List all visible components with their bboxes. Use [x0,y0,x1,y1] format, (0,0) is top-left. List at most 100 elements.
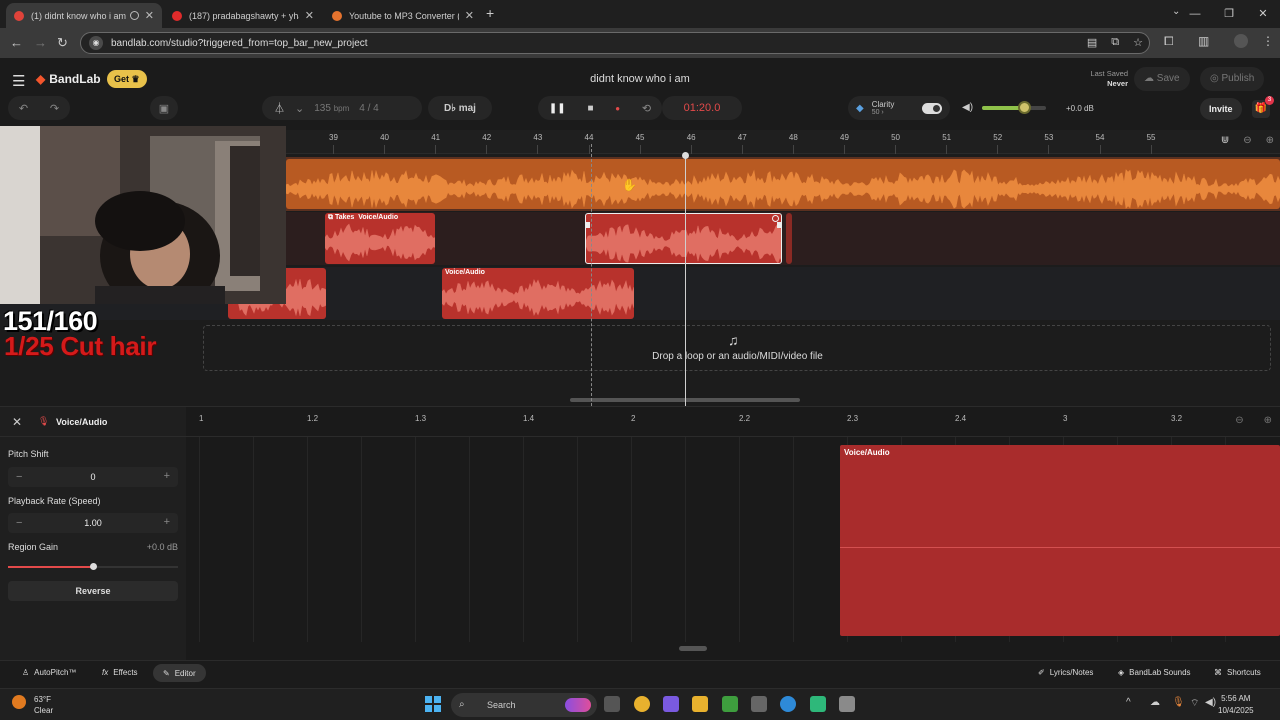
lyrics-notes-button[interactable]: ✐ Lyrics/Notes [1038,668,1093,677]
forward-icon[interactable]: → [34,35,47,50]
back-icon[interactable]: ← [10,35,23,50]
editor-button[interactable]: ✎ Editor [153,664,206,682]
audio-region-takes[interactable]: ⧉ Takes Voice/Audio [325,213,435,264]
redo-icon[interactable]: ↷ [50,102,59,115]
editor-scrollbar[interactable] [679,646,707,651]
clarity-group[interactable]: ◆ Clarity 50 › [848,96,950,120]
editor-ruler[interactable]: 1 1.2 1.3 1.4 2 2.2 2.3 2.4 3 3.2 ⊖ ⊕ [186,407,1280,437]
loop-icon[interactable]: ⟲ [642,102,651,115]
tray-chevron-icon[interactable]: ^ [1126,697,1131,708]
playback-rate-stepper[interactable]: − 1.00 + [8,513,178,533]
store-icon[interactable] [751,696,767,712]
minimize-icon[interactable]: — [1178,0,1212,28]
onedrive-icon[interactable]: ☁ [1150,697,1160,708]
master-volume-slider[interactable] [982,101,1046,114]
edge-icon[interactable] [780,696,796,712]
copilot-icon[interactable] [663,696,679,712]
save-button[interactable]: ☁ Save [1134,67,1190,91]
undo-icon[interactable]: ↶ [19,102,28,115]
timeline-ruler[interactable]: 39 40 41 42 43 44 45 46 47 48 49 50 51 52 53 54 55 ⋓ ⊖ ⊕ [286,130,1280,154]
microphone-tray-icon[interactable]: 🎙 [1172,697,1185,708]
effects-button[interactable]: fx Effects [102,668,138,677]
region-trim-handle-right[interactable] [777,222,781,228]
install-app-icon[interactable]: ⧉ [1111,36,1119,49]
plus-icon[interactable]: + [164,516,170,528]
browser-tab-bandlab[interactable]: (1) didnt know who i am - S ✕ [6,3,162,28]
menu-icon[interactable]: ☰ [12,72,25,90]
volume-tray-icon[interactable]: ◀) [1205,697,1216,708]
zoom-in-icon[interactable]: ⊕ [1266,135,1274,146]
speaker-icon[interactable]: ◀) [962,102,973,113]
zoom-out-icon[interactable]: ⊖ [1243,135,1251,146]
zoom-out-icon[interactable]: ⊖ [1235,415,1243,426]
gift-button[interactable]: 🎁 3 [1252,96,1274,118]
reader-mode-icon[interactable]: ▤ [1087,36,1097,49]
publish-button[interactable]: ◎ Publish [1200,67,1265,91]
chevron-down-icon[interactable]: ⌄ [295,102,304,115]
weather-widget[interactable]: 63°F Clear [34,694,53,716]
key-button[interactable]: D♭ maj [428,96,492,120]
project-title[interactable]: didnt know who i am [540,73,740,85]
whatsapp-icon[interactable] [810,696,826,712]
plus-icon[interactable]: + [164,470,170,482]
get-membership-button[interactable]: Get ♛ [107,70,147,88]
task-view-icon[interactable] [604,696,620,712]
site-info-icon[interactable]: ◉ [89,36,103,50]
extensions-icon[interactable]: ⧠ [1164,34,1174,49]
browser-tab-converter[interactable]: Youtube to MP3 Converter (Ad ✕ [324,3,482,28]
time-signature[interactable]: 4 / 4 [359,103,378,114]
metronome-icon[interactable]: ⏃ [274,100,285,116]
audio-region-selected[interactable] [585,213,782,264]
editor-audio-region[interactable]: Voice/Audio [840,445,1280,636]
tempo-value[interactable]: 135 bpm [314,103,349,114]
browser-menu-icon[interactable]: ⋮ [1262,34,1274,48]
playhead[interactable] [685,154,686,406]
audio-region-fragment[interactable] [786,213,792,264]
close-window-icon[interactable]: ✕ [1246,0,1280,28]
profile-avatar[interactable] [1234,34,1248,48]
pause-icon[interactable]: ❚❚ [549,103,566,114]
stop-icon[interactable]: ■ [587,103,593,114]
bandlab-logo[interactable]: ◆ BandLab [36,72,101,86]
start-button[interactable] [425,696,441,712]
close-tab-icon[interactable]: ✕ [305,9,314,22]
clarity-toggle[interactable] [922,102,942,114]
address-bar[interactable]: ◉ bandlab.com/studio?triggered_from=top_… [80,32,1150,54]
close-tab-icon[interactable]: ✕ [145,9,154,22]
weather-icon[interactable] [12,695,26,709]
editor-side-panel: ✕ 🎙 Voice/Audio Pitch Shift − 0 + Playba… [0,407,186,661]
region-gain-slider[interactable] [8,563,178,570]
magnet-snap-icon[interactable]: ⋓ [1221,135,1229,146]
audio-region-voice-b[interactable]: Voice/Audio [442,268,634,319]
maximize-icon[interactable]: ❐ [1212,0,1246,28]
autopitch-button[interactable]: ♙ AutoPitch™ [22,668,76,677]
mixer-button[interactable]: ▣ [150,96,178,120]
region-trim-handle-left[interactable] [586,222,590,228]
zoom-in-icon[interactable]: ⊕ [1264,415,1272,426]
reverse-button[interactable]: Reverse [8,581,178,601]
wifi-icon[interactable]: ⌔ [1190,697,1199,710]
record-icon[interactable]: ● [615,104,620,113]
chrome-icon[interactable] [634,696,650,712]
bookmark-star-icon[interactable]: ☆ [1133,36,1143,49]
loop-handle-icon[interactable] [772,215,779,222]
reload-icon[interactable]: ↻ [57,35,68,51]
close-editor-icon[interactable]: ✕ [12,415,22,429]
volume-knob[interactable] [1017,101,1031,114]
system-clock[interactable]: 5:56 AM 10/4/2025 [1218,693,1254,717]
gain-knob[interactable] [90,563,97,570]
close-tab-icon[interactable]: ✕ [465,9,474,22]
file-explorer-icon[interactable] [692,696,708,712]
browser-tab-youtube[interactable]: (187) pradabagshawty + yhapo ✕ [164,3,322,28]
bandlab-sounds-button[interactable]: ◈ BandLab Sounds [1118,668,1191,677]
playhead-handle[interactable] [682,152,689,159]
invite-button[interactable]: Invite [1200,98,1242,120]
new-tab-button[interactable]: + [486,5,494,21]
minecraft-icon[interactable] [722,696,738,712]
audio-region-beat[interactable] [286,159,1280,209]
shortcuts-button[interactable]: ⌘ Shortcuts [1214,668,1261,677]
taskbar-search[interactable]: ⌕ Search [451,693,597,717]
app-icon[interactable] [839,696,855,712]
pitch-shift-stepper[interactable]: − 0 + [8,467,178,487]
side-panel-icon[interactable]: ▥ [1198,34,1209,48]
